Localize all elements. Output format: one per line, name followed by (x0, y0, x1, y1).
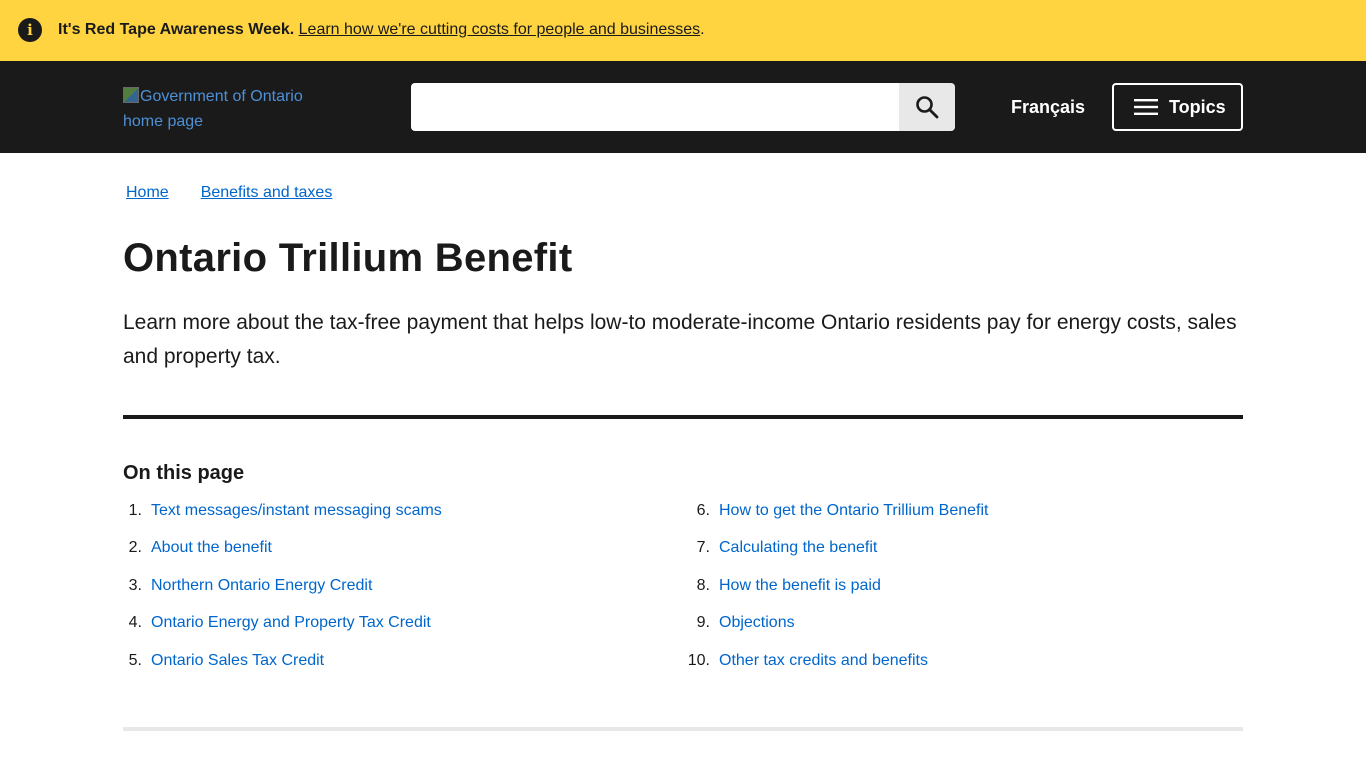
toc-number: 9. (696, 614, 710, 631)
alert-banner: i It's Red Tape Awareness Week. Learn ho… (0, 0, 1366, 61)
topics-menu-button[interactable]: Topics (1112, 83, 1243, 131)
toc-link-calculating-the-benefit[interactable]: Calculating the benefit (719, 539, 877, 556)
section-divider-light (123, 727, 1243, 731)
toc-item: 6. How to get the Ontario Trillium Benef… (697, 501, 989, 521)
page-lead: Learn more about the tax-free payment th… (123, 311, 1237, 368)
toc-link-text-messages-scams[interactable]: Text messages/instant messaging scams (151, 502, 442, 519)
search-form (411, 83, 955, 131)
toc-item: 8. How the benefit is paid (697, 576, 881, 596)
ontario-logo-link[interactable]: Government of Ontario home page (123, 84, 323, 134)
toc-number: 6. (696, 502, 710, 519)
search-icon (916, 96, 939, 119)
toc-number: 1. (128, 502, 142, 519)
on-this-page-heading: On this page (123, 462, 245, 484)
toc-number: 10. (687, 652, 710, 669)
toc-number: 4. (128, 614, 142, 631)
toc-number: 5. (128, 652, 142, 669)
toc-link-sales-tax-credit[interactable]: Ontario Sales Tax Credit (151, 652, 324, 669)
toc-link-about-the-benefit[interactable]: About the benefit (151, 539, 272, 556)
search-button[interactable] (899, 83, 955, 131)
toc-number: 8. (696, 577, 710, 594)
toc-link-how-benefit-is-paid[interactable]: How the benefit is paid (719, 577, 881, 594)
alert-link[interactable]: Learn how we're cutting costs for people… (299, 21, 701, 38)
search-input[interactable] (411, 83, 899, 131)
toc-item: 9. Objections (697, 613, 795, 633)
toc-link-other-tax-credits[interactable]: Other tax credits and benefits (719, 652, 928, 669)
toc-item: 10. Other tax credits and benefits (688, 651, 928, 671)
language-toggle-link[interactable]: Français (1011, 96, 1085, 118)
toc-link-objections[interactable]: Objections (719, 614, 795, 631)
toc-item: 4. Ontario Energy and Property Tax Credi… (129, 613, 431, 633)
topics-label: Topics (1169, 96, 1226, 117)
toc-item: 2. About the benefit (129, 538, 272, 558)
menu-icon (1134, 99, 1158, 115)
broken-image-icon (123, 87, 139, 103)
toc-item: 5. Ontario Sales Tax Credit (129, 651, 324, 671)
breadcrumb-home[interactable]: Home (126, 184, 169, 201)
alert-trailing-text: . (700, 21, 705, 38)
toc-number: 2. (128, 539, 142, 556)
breadcrumb: Home Benefits and taxes (126, 183, 332, 203)
toc-item: 7. Calculating the benefit (697, 538, 878, 558)
section-divider (123, 415, 1243, 419)
toc-link-northern-ontario-energy-credit[interactable]: Northern Ontario Energy Credit (151, 577, 372, 594)
toc-link-how-to-get-benefit[interactable]: How to get the Ontario Trillium Benefit (719, 502, 988, 519)
site-header: Government of Ontario home page Français… (0, 61, 1366, 153)
alert-bold-text: It's Red Tape Awareness Week. (58, 21, 295, 38)
page-title: Ontario Trillium Benefit (123, 236, 573, 280)
toc-number: 7. (696, 539, 710, 556)
breadcrumb-benefits-and-taxes[interactable]: Benefits and taxes (201, 184, 333, 201)
toc-number: 3. (128, 577, 142, 594)
logo-alt-text: Government of Ontario home page (123, 88, 303, 130)
toc-item: 1. Text messages/instant messaging scams (129, 501, 442, 521)
alert-message: It's Red Tape Awareness Week. Learn how … (58, 20, 705, 40)
toc-item: 3. Northern Ontario Energy Credit (129, 576, 373, 596)
toc-link-energy-and-property-tax-credit[interactable]: Ontario Energy and Property Tax Credit (151, 614, 431, 631)
info-icon: i (18, 18, 42, 42)
